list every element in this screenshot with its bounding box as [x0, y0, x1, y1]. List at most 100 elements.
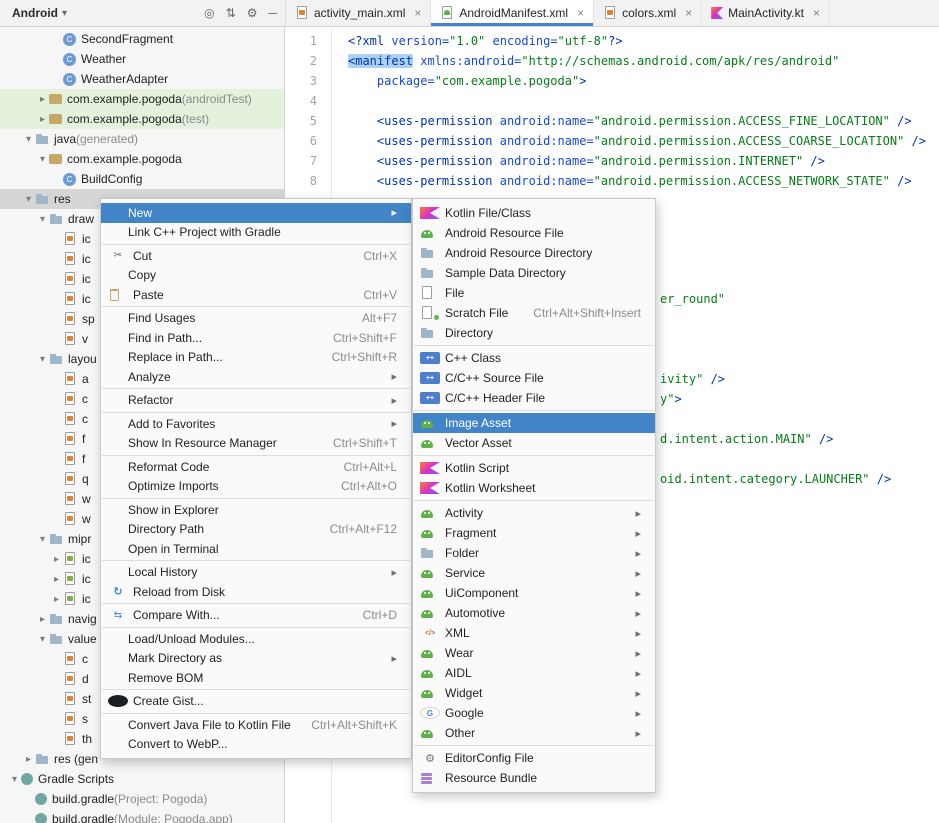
menu-item-reformat-code[interactable]: Reformat CodeCtrl+Alt+L — [101, 457, 411, 477]
menu-item-kotlin-script[interactable]: Kotlin Script — [413, 458, 655, 478]
menu-item-mark-directory-as[interactable]: Mark Directory as▸ — [101, 649, 411, 669]
chevron-down-icon[interactable]: ▾ — [8, 774, 21, 785]
menu-item-refactor[interactable]: Refactor▸ — [101, 391, 411, 411]
tab-androidmanifest-xml[interactable]: AndroidManifest.xml× — [431, 0, 594, 26]
menu-item-directory-path[interactable]: Directory PathCtrl+Alt+F12 — [101, 520, 411, 540]
chevron-right-icon[interactable]: ▸ — [36, 94, 49, 105]
menu-item-scratch-file[interactable]: Scratch FileCtrl+Alt+Shift+Insert — [413, 303, 655, 323]
chevron-right-icon[interactable]: ▸ — [22, 754, 35, 765]
menu-item-replace-in-path[interactable]: Replace in Path...Ctrl+Shift+R — [101, 348, 411, 368]
chevron-right-icon[interactable]: ▸ — [50, 594, 63, 605]
tree-item-com-example-pogoda[interactable]: ▸com.example.pogoda (androidTest) — [0, 89, 284, 109]
menu-item-find-in-path[interactable]: Find in Path...Ctrl+Shift+F — [101, 328, 411, 348]
menu-item-image-asset[interactable]: Image Asset — [413, 413, 655, 433]
menu-item-android-resource-directory[interactable]: Android Resource Directory — [413, 243, 655, 263]
project-view-selector[interactable]: Android ▾ ◎⇅⚙─ — [0, 0, 286, 26]
chevron-right-icon[interactable]: ▸ — [36, 614, 49, 625]
menu-item-new[interactable]: New▸ — [101, 203, 411, 223]
tree-item-build-gradle[interactable]: build.gradle (Module: Pogoda.app) — [0, 809, 284, 823]
menu-item-reload-from-disk[interactable]: Reload from Disk — [101, 582, 411, 602]
locate-file-icon[interactable]: ◎ — [204, 6, 214, 20]
menu-item-android-resource-file[interactable]: Android Resource File — [413, 223, 655, 243]
chevron-right-icon[interactable]: ▸ — [50, 554, 63, 565]
menu-item-create-gist[interactable]: Create Gist... — [101, 692, 411, 712]
settings-icon[interactable]: ⚙ — [247, 6, 258, 20]
menu-item-link-c-project-with-gradle[interactable]: Link C++ Project with Gradle — [101, 223, 411, 243]
collapse-all-icon[interactable]: ⇅ — [226, 6, 236, 20]
menu-item-label: UiComponent — [445, 586, 518, 600]
chevron-down-icon[interactable]: ▾ — [36, 634, 49, 645]
menu-item-editorconfig-file[interactable]: EditorConfig File — [413, 748, 655, 768]
menu-item-c-c-source-file[interactable]: C/C++ Source File — [413, 368, 655, 388]
menu-item-remove-bom[interactable]: Remove BOM — [101, 668, 411, 688]
menu-item-kotlin-file-class[interactable]: Kotlin File/Class — [413, 203, 655, 223]
menu-item-google[interactable]: Google▸ — [413, 703, 655, 723]
menu-item-directory[interactable]: Directory — [413, 323, 655, 343]
menu-item-analyze[interactable]: Analyze▸ — [101, 367, 411, 387]
menu-item-widget[interactable]: Widget▸ — [413, 683, 655, 703]
menu-item-add-to-favorites[interactable]: Add to Favorites▸ — [101, 414, 411, 434]
chevron-down-icon[interactable]: ▾ — [36, 154, 49, 165]
menu-item-automotive[interactable]: Automotive▸ — [413, 603, 655, 623]
menu-item-c-class[interactable]: C++ Class — [413, 348, 655, 368]
menu-item-resource-bundle[interactable]: Resource Bundle — [413, 768, 655, 788]
submenu-arrow-icon: ▸ — [389, 370, 397, 383]
tab-activity-main-xml[interactable]: activity_main.xml× — [286, 0, 431, 26]
xml-file-icon — [603, 6, 617, 20]
menu-item-file[interactable]: File — [413, 283, 655, 303]
tree-item-secondfragment[interactable]: SecondFragment — [0, 29, 284, 49]
menu-item-uicomponent[interactable]: UiComponent▸ — [413, 583, 655, 603]
menu-item-local-history[interactable]: Local History▸ — [101, 563, 411, 583]
menu-item-convert-java-file-to-kotlin-file[interactable]: Convert Java File to Kotlin FileCtrl+Alt… — [101, 715, 411, 735]
code-fragment: er_round" — [660, 289, 725, 309]
menu-item-aidl[interactable]: AIDL▸ — [413, 663, 655, 683]
menu-item-label: Google — [445, 706, 484, 720]
tree-item-weatheradapter[interactable]: WeatherAdapter — [0, 69, 284, 89]
menu-item-sample-data-directory[interactable]: Sample Data Directory — [413, 263, 655, 283]
menu-item-show-in-resource-manager[interactable]: Show In Resource ManagerCtrl+Shift+T — [101, 434, 411, 454]
menu-item-vector-asset[interactable]: Vector Asset — [413, 433, 655, 453]
tree-item-weather[interactable]: Weather — [0, 49, 284, 69]
chevron-right-icon[interactable]: ▸ — [36, 114, 49, 125]
hide-panel-icon[interactable]: ─ — [268, 6, 277, 20]
menu-item-kotlin-worksheet[interactable]: Kotlin Worksheet — [413, 478, 655, 498]
menu-item-cut[interactable]: CutCtrl+X — [101, 246, 411, 266]
tree-item-build-gradle[interactable]: build.gradle (Project: Pogoda) — [0, 789, 284, 809]
close-icon[interactable]: × — [813, 7, 820, 19]
tree-item-com-example-pogoda[interactable]: ▸com.example.pogoda (test) — [0, 109, 284, 129]
chevron-down-icon[interactable]: ▾ — [36, 214, 49, 225]
tab-colors-xml[interactable]: colors.xml× — [594, 0, 702, 26]
chevron-right-icon[interactable]: ▸ — [50, 574, 63, 585]
chevron-down-icon[interactable]: ▾ — [36, 354, 49, 365]
menu-item-activity[interactable]: Activity▸ — [413, 503, 655, 523]
menu-item-folder[interactable]: Folder▸ — [413, 543, 655, 563]
chevron-down-icon[interactable]: ▾ — [22, 134, 35, 145]
menu-item-paste[interactable]: PasteCtrl+V — [101, 285, 411, 305]
menu-item-optimize-imports[interactable]: Optimize ImportsCtrl+Alt+O — [101, 477, 411, 497]
menu-item-open-in-terminal[interactable]: Open in Terminal — [101, 539, 411, 559]
menu-item-wear[interactable]: Wear▸ — [413, 643, 655, 663]
menu-item-other[interactable]: Other▸ — [413, 723, 655, 743]
menu-item-convert-to-webp[interactable]: Convert to WebP... — [101, 735, 411, 755]
tree-item-java[interactable]: ▾java (generated) — [0, 129, 284, 149]
menu-item-fragment[interactable]: Fragment▸ — [413, 523, 655, 543]
menu-item-copy[interactable]: Copy — [101, 266, 411, 286]
menu-item-find-usages[interactable]: Find UsagesAlt+F7 — [101, 309, 411, 329]
tree-item-com-example-pogoda[interactable]: ▾com.example.pogoda — [0, 149, 284, 169]
tree-item-gradle-scripts[interactable]: ▾Gradle Scripts — [0, 769, 284, 789]
menu-item-service[interactable]: Service▸ — [413, 563, 655, 583]
chevron-down-icon[interactable]: ▾ — [22, 194, 35, 205]
close-icon[interactable]: × — [685, 7, 692, 19]
menu-item-show-in-explorer[interactable]: Show in Explorer — [101, 500, 411, 520]
close-icon[interactable]: × — [577, 7, 584, 19]
menu-item-c-c-header-file[interactable]: C/C++ Header File — [413, 388, 655, 408]
menu-item-load-unload-modules[interactable]: Load/Unload Modules... — [101, 629, 411, 649]
menu-item-compare-with[interactable]: Compare With...Ctrl+D — [101, 606, 411, 626]
close-icon[interactable]: × — [414, 7, 421, 19]
submenu-arrow-icon: ▸ — [633, 567, 641, 580]
tab-mainactivity-kt[interactable]: MainActivity.kt× — [702, 0, 830, 26]
xml-file-icon — [63, 252, 77, 266]
tree-item-buildconfig[interactable]: BuildConfig — [0, 169, 284, 189]
chevron-down-icon[interactable]: ▾ — [36, 534, 49, 545]
menu-item-xml[interactable]: XML▸ — [413, 623, 655, 643]
